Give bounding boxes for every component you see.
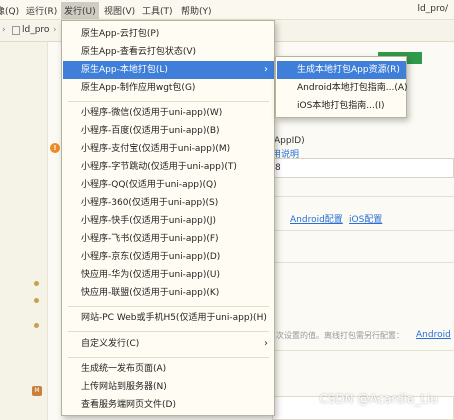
menu-quickapp-union[interactable]: 快应用-联盟(仅适用于uni-app)(K) — [63, 284, 274, 302]
menu-cloud-pack[interactable]: 原生App-云打包(P) — [63, 25, 274, 43]
menu-bar: 像(Q) 运行(R) 发行(U) 视图(V) 工具(T) 帮助(Y) ld_pr… — [0, 0, 454, 20]
menu-wgt-pack[interactable]: 原生App-制作应用wgt包(G) — [63, 79, 274, 97]
note-android-link[interactable]: Android — [416, 330, 451, 340]
menu-mp-lark[interactable]: 小程序-飞书(仅适用于uni-app)(F) — [63, 230, 274, 248]
menu-mp-baidu[interactable]: 小程序-百度(仅适用于uni-app)(B) — [63, 122, 274, 140]
divider — [272, 230, 454, 231]
chevron-right-icon: › — [53, 25, 57, 35]
module-badge-icon: M — [32, 386, 42, 396]
submenu-generate-local-resources[interactable]: 生成本地打包App资源(R) — [277, 61, 406, 79]
menu-item-publish[interactable]: 发行(U) — [61, 2, 99, 19]
menu-separator — [68, 306, 269, 307]
divider — [272, 350, 454, 351]
appid-field[interactable]: 8 — [272, 158, 454, 178]
menu-cloud-pack-status[interactable]: 原生App-查看云打包状态(V) — [63, 43, 274, 61]
menu-separator — [68, 357, 269, 358]
menu-mp-360[interactable]: 小程序-360(仅适用于uni-app)(S) — [63, 194, 274, 212]
chevron-right-icon: › — [264, 338, 268, 349]
divider — [272, 262, 454, 263]
menu-item-view[interactable]: 视图(V) — [104, 4, 135, 17]
menu-generate-release-page[interactable]: 生成统一发布页面(A) — [63, 360, 274, 378]
menu-item-help[interactable]: 帮助(Y) — [181, 4, 212, 17]
menu-item-run[interactable]: 运行(R) — [26, 4, 57, 17]
menu-mp-qq[interactable]: 小程序-QQ(仅适用于uni-app)(Q) — [63, 176, 274, 194]
menu-local-pack[interactable]: 原生App-本地打包(L) › — [63, 61, 274, 79]
menu-separator — [68, 101, 269, 102]
menu-mp-alipay[interactable]: 小程序-支付宝(仅适用于uni-app)(M) — [63, 140, 274, 158]
menu-mp-kuaishou[interactable]: 小程序-快手(仅适用于uni-app)(J) — [63, 212, 274, 230]
menu-web-h5[interactable]: 网站-PC Web或手机H5(仅适用于uni-app)(H) — [63, 309, 274, 327]
marker-dot-icon — [34, 281, 39, 286]
marker-dot-icon — [34, 323, 39, 328]
appid-label: AppID) — [274, 136, 305, 146]
menu-mp-bytedance[interactable]: 小程序-字节跳动(仅适用于uni-app)(T) — [63, 158, 274, 176]
watermark: CSDN @Acardia_Liu — [319, 392, 438, 406]
menu-mp-jd[interactable]: 小程序-京东(仅适用于uni-app)(D) — [63, 248, 274, 266]
android-config-link[interactable]: Android配置 — [290, 212, 343, 225]
submenu-android-guide[interactable]: Android本地打包指南...(A) — [277, 79, 408, 97]
menu-separator — [68, 331, 269, 332]
appid-value: 8 — [275, 163, 281, 173]
menu-item-selection[interactable]: 像(Q) — [0, 4, 19, 17]
menu-custom-publish-label: 自定义发行(C) — [81, 339, 140, 349]
window-title: ld_pro/ — [417, 4, 448, 14]
file-icon — [12, 26, 20, 35]
warning-icon[interactable]: ! — [50, 143, 60, 153]
menu-local-pack-label: 原生App-本地打包(L) — [81, 65, 168, 75]
divider — [272, 196, 454, 197]
chevron-right-icon: › — [264, 64, 268, 75]
note-text: 次设置的值。离线打包需另行配置： — [276, 331, 404, 340]
submenu-ios-guide[interactable]: iOS本地打包指南...(I) — [277, 97, 406, 115]
ios-config-link[interactable]: iOS配置 — [349, 212, 382, 225]
menu-upload-website[interactable]: 上传网站到服务器(N) — [63, 378, 274, 396]
menu-quickapp-huawei[interactable]: 快应用-华为(仅适用于uni-app)(U) — [63, 266, 274, 284]
menu-item-tools[interactable]: 工具(T) — [142, 4, 173, 17]
marker-dot-icon — [34, 298, 39, 303]
chevron-right-icon[interactable]: › — [2, 25, 6, 35]
menu-view-server-files[interactable]: 查看服务端网页文件(D) — [63, 396, 274, 414]
breadcrumb-project[interactable]: ld_pro — [22, 25, 49, 35]
local-pack-submenu: 生成本地打包App资源(R) Android本地打包指南...(A) iOS本地… — [275, 56, 408, 118]
publish-dropdown-menu: 原生App-云打包(P) 原生App-查看云打包状态(V) 原生App-本地打包… — [61, 20, 275, 416]
menu-custom-publish[interactable]: 自定义发行(C) › — [63, 335, 274, 353]
editor-gutter — [0, 42, 48, 420]
menu-mp-weixin[interactable]: 小程序-微信(仅适用于uni-app)(W) — [63, 104, 274, 122]
